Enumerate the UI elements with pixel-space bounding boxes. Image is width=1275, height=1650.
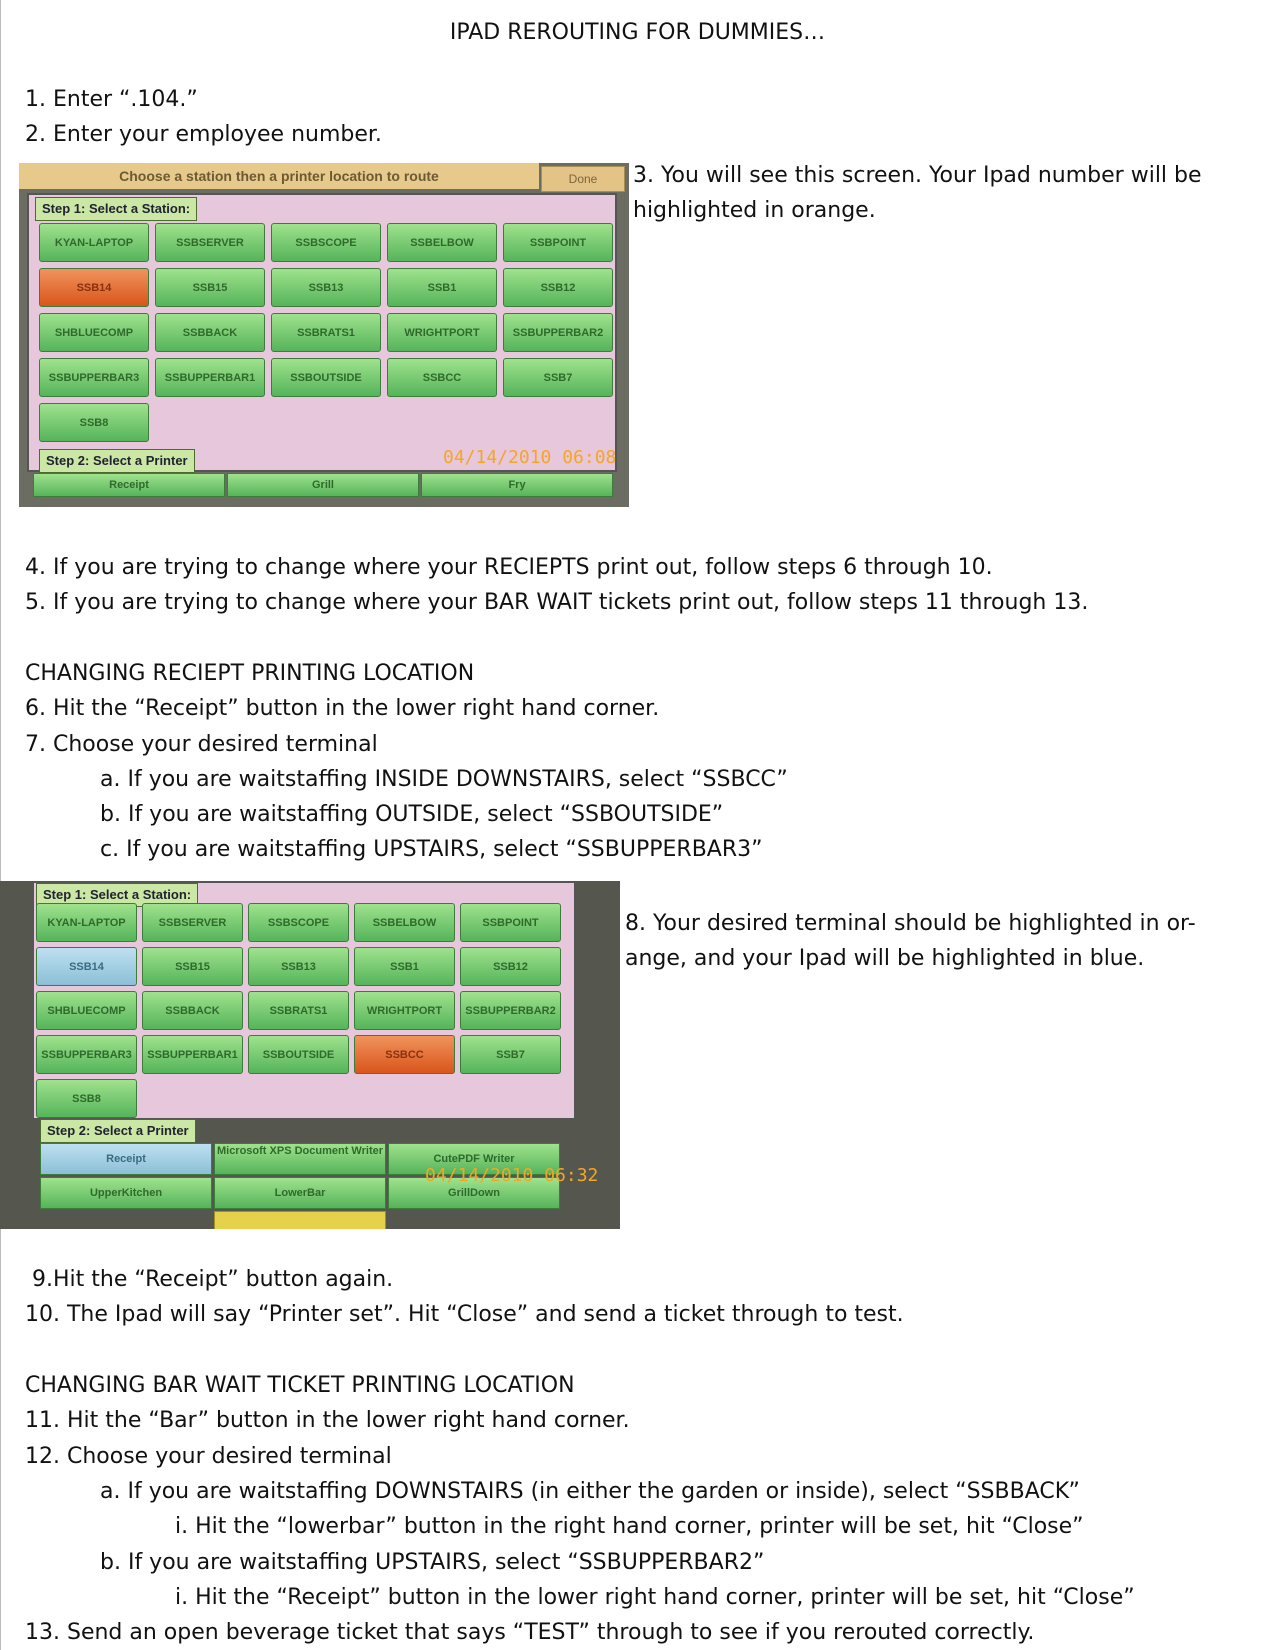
- step-11: 11. Hit the “Bar” button in the lower ri…: [25, 1408, 630, 1433]
- station-button[interactable]: SSBRATS1: [248, 991, 349, 1030]
- step-9: 9.Hit the “Receipt” button again.: [25, 1267, 394, 1292]
- station-button[interactable]: SSBUPPERBAR2: [503, 313, 613, 352]
- station-button[interactable]: SSB15: [155, 268, 265, 307]
- station-screen-photo-2: Step 1: Select a Station: KYAN-LAPTOP SS…: [0, 881, 620, 1229]
- step-12b: b. If you are waitstaffing UPSTAIRS, sel…: [100, 1550, 765, 1575]
- station-button[interactable]: SSB12: [503, 268, 613, 307]
- station-button-selected[interactable]: SSB14: [39, 268, 149, 307]
- step-8-line2: ange, and your Ipad will be highlighted …: [625, 946, 1145, 971]
- step2-label: Step 2: Select a Printer: [40, 1119, 196, 1143]
- step-3-line1: 3. You will see this screen. Your Ipad n…: [633, 163, 1202, 188]
- printer-button-xps[interactable]: Microsoft XPS Document Writer: [214, 1143, 386, 1175]
- step-12: 12. Choose your desired terminal: [25, 1444, 392, 1469]
- step-7a: a. If you are waitstaffing INSIDE DOWNST…: [100, 767, 788, 792]
- station-button[interactable]: SSBBACK: [155, 313, 265, 352]
- step-12a: a. If you are waitstaffing DOWNSTAIRS (i…: [100, 1479, 1080, 1504]
- station-button[interactable]: SSBPOINT: [460, 903, 561, 942]
- station-button[interactable]: SSBSERVER: [155, 223, 265, 262]
- camera-timestamp: 04/14/2010 06:32: [425, 1165, 599, 1186]
- station-button[interactable]: SSBUPPERBAR3: [36, 1035, 137, 1074]
- station-button[interactable]: SSBCC: [387, 358, 497, 397]
- station-button[interactable]: SSB13: [248, 947, 349, 986]
- step-4: 4. If you are trying to change where you…: [25, 555, 993, 580]
- step-10: 10. The Ipad will say “Printer set”. Hit…: [25, 1302, 904, 1327]
- station-button[interactable]: SSBBACK: [142, 991, 243, 1030]
- step-7c: c. If you are waitstaffing UPSTAIRS, sel…: [100, 837, 763, 862]
- printer-button-receipt[interactable]: Receipt: [40, 1143, 212, 1175]
- step2-label: Step 2: Select a Printer: [39, 449, 195, 473]
- station-button[interactable]: WRIGHTPORT: [354, 991, 455, 1030]
- station-panel: Step 1: Select a Station: KYAN-LAPTOP SS…: [27, 193, 617, 472]
- step-12b-i: i. Hit the “Receipt” button in the lower…: [175, 1585, 1135, 1610]
- document-title: IPAD REROUTING FOR DUMMIES…: [449, 20, 826, 45]
- station-button[interactable]: SSB12: [460, 947, 561, 986]
- station-button[interactable]: SSBSCOPE: [248, 903, 349, 942]
- route-instruction-banner: Choose a station then a printer location…: [19, 163, 539, 189]
- step-2: 2. Enter your employee number.: [25, 122, 382, 147]
- station-button-current-ipad[interactable]: SSB14: [36, 947, 137, 986]
- printer-button-receipt[interactable]: Receipt: [33, 473, 225, 497]
- station-button[interactable]: KYAN-LAPTOP: [39, 223, 149, 262]
- printer-button-upperkitchen[interactable]: UpperKitchen: [40, 1177, 212, 1209]
- printer-button-fry[interactable]: Fry: [421, 473, 613, 497]
- station-grid: KYAN-LAPTOP SSBSERVER SSBSCOPE SSBELBOW …: [36, 903, 561, 1118]
- station-button[interactable]: SSBOUTSIDE: [271, 358, 381, 397]
- station-grid: KYAN-LAPTOP SSBSERVER SSBSCOPE SSBELBOW …: [39, 223, 613, 442]
- printer-button-grill[interactable]: Grill: [227, 473, 419, 497]
- station-button[interactable]: SSB7: [460, 1035, 561, 1074]
- station-button[interactable]: SSB15: [142, 947, 243, 986]
- station-button[interactable]: SHBLUECOMP: [39, 313, 149, 352]
- station-button[interactable]: SSBELBOW: [387, 223, 497, 262]
- station-button[interactable]: SSB7: [503, 358, 613, 397]
- station-button[interactable]: SSBRATS1: [271, 313, 381, 352]
- station-button[interactable]: SSBSCOPE: [271, 223, 381, 262]
- printer-button-lowerbar[interactable]: LowerBar: [214, 1177, 386, 1209]
- station-button[interactable]: SSB13: [271, 268, 381, 307]
- station-button[interactable]: SSBUPPERBAR1: [142, 1035, 243, 1074]
- station-button[interactable]: SSBOUTSIDE: [248, 1035, 349, 1074]
- step1-label: Step 1: Select a Station:: [35, 197, 198, 221]
- station-button[interactable]: SSB1: [354, 947, 455, 986]
- step-5: 5. If you are trying to change where you…: [25, 590, 1089, 615]
- station-button[interactable]: SSBPOINT: [503, 223, 613, 262]
- heading-bar: CHANGING BAR WAIT TICKET PRINTING LOCATI…: [25, 1373, 575, 1398]
- step-6: 6. Hit the “Receipt” button in the lower…: [25, 696, 660, 721]
- step-3-line2: highlighted in orange.: [633, 198, 876, 223]
- station-button[interactable]: SHBLUECOMP: [36, 991, 137, 1030]
- station-screen-photo-1: Choose a station then a printer location…: [19, 163, 629, 507]
- step-1: 1. Enter “.104.”: [25, 87, 198, 112]
- station-button[interactable]: SSBUPPERBAR3: [39, 358, 149, 397]
- station-button[interactable]: KYAN-LAPTOP: [36, 903, 137, 942]
- station-button[interactable]: SSB8: [36, 1079, 137, 1118]
- station-panel: Step 1: Select a Station: KYAN-LAPTOP SS…: [32, 881, 576, 1120]
- step-12a-i: i. Hit the “lowerbar” button in the righ…: [175, 1514, 1084, 1539]
- station-button[interactable]: WRIGHTPORT: [387, 313, 497, 352]
- step-7b: b. If you are waitstaffing OUTSIDE, sele…: [100, 802, 724, 827]
- station-button-selected[interactable]: SSBCC: [354, 1035, 455, 1074]
- station-button[interactable]: SSBUPPERBAR2: [460, 991, 561, 1030]
- done-button[interactable]: Done: [541, 166, 625, 192]
- heading-receipt: CHANGING RECIEPT PRINTING LOCATION: [25, 661, 475, 686]
- camera-timestamp: 04/14/2010 06:08: [443, 447, 617, 468]
- station-button[interactable]: SSBELBOW: [354, 903, 455, 942]
- station-button[interactable]: SSB8: [39, 403, 149, 442]
- step-8-line1: 8. Your desired terminal should be highl…: [625, 911, 1196, 936]
- station-button[interactable]: SSBUPPERBAR1: [155, 358, 265, 397]
- printer-button-partial[interactable]: [214, 1211, 386, 1229]
- station-button[interactable]: SSB1: [387, 268, 497, 307]
- station-button[interactable]: SSBSERVER: [142, 903, 243, 942]
- page-border: [0, 0, 1, 1650]
- step-7: 7. Choose your desired terminal: [25, 732, 378, 757]
- step-13: 13. Send an open beverage ticket that sa…: [25, 1620, 1035, 1645]
